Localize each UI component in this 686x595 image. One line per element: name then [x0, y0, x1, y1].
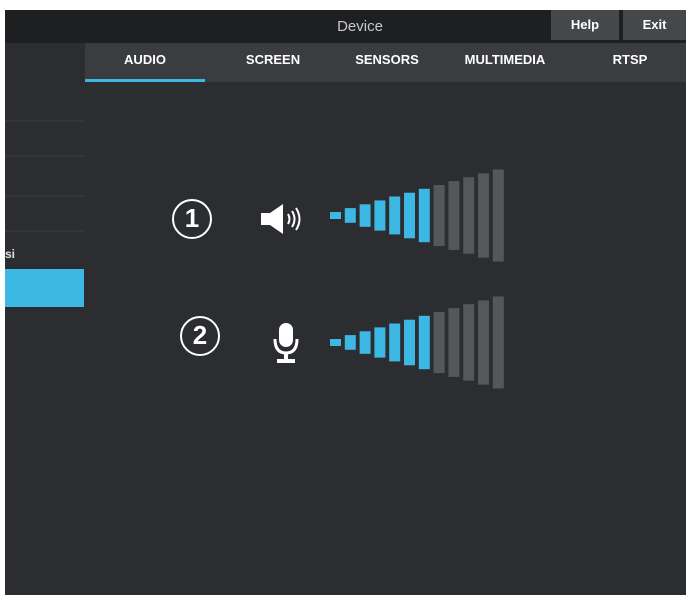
level-step-active[interactable]: [344, 335, 356, 350]
sidebar-divider: [5, 120, 85, 122]
level-step-active[interactable]: [330, 339, 341, 346]
sidebar-divider: [5, 230, 85, 232]
tab-sensors[interactable]: SENSORS: [332, 43, 442, 82]
tab-sensors-label: SENSORS: [355, 52, 419, 67]
level-step-inactive[interactable]: [448, 308, 460, 377]
level-step-active[interactable]: [418, 188, 430, 243]
level-step-active[interactable]: [404, 192, 415, 239]
level-step-inactive[interactable]: [492, 169, 504, 262]
level-step-active[interactable]: [389, 323, 401, 362]
callout-1: 1: [172, 199, 212, 239]
level-step-inactive[interactable]: [478, 300, 489, 385]
level-step-inactive[interactable]: [433, 185, 445, 247]
tab-rtsp-label: RTSP: [612, 52, 648, 67]
tab-screen-label: SCREEN: [245, 52, 301, 67]
tab-audio[interactable]: AUDIO: [85, 43, 205, 82]
tab-screen[interactable]: SCREEN: [218, 43, 328, 82]
level-step-inactive[interactable]: [492, 296, 504, 389]
sidebar-partial-label: si: [5, 247, 16, 261]
tab-audio-label: AUDIO: [124, 52, 166, 67]
tab-bar: AUDIO SCREEN SENSORS MULTIMEDIA RTSP: [85, 43, 686, 82]
sidebar-divider: [5, 155, 85, 157]
level-step-active[interactable]: [418, 315, 430, 370]
device-window: Device Help Exit AUDIO SCREEN SENSORS MU…: [5, 10, 686, 595]
speaker-volume-level[interactable]: [330, 168, 520, 263]
level-step-active[interactable]: [344, 208, 356, 223]
level-step-active[interactable]: [359, 204, 371, 227]
level-step-active[interactable]: [374, 200, 386, 231]
sidebar-divider: [5, 195, 85, 197]
level-step-active[interactable]: [330, 212, 341, 219]
level-step-active[interactable]: [389, 196, 401, 235]
level-step-active[interactable]: [374, 327, 386, 358]
level-step-active[interactable]: [359, 331, 371, 354]
level-step-inactive[interactable]: [433, 312, 445, 374]
level-step-active[interactable]: [404, 319, 415, 366]
level-step-inactive[interactable]: [463, 177, 475, 254]
window-title: Device: [337, 18, 383, 35]
help-button[interactable]: Help: [551, 10, 619, 40]
callout-2: 2: [180, 316, 220, 356]
level-step-inactive[interactable]: [478, 173, 489, 258]
level-step-inactive[interactable]: [463, 304, 475, 381]
title-bar: Device Help Exit: [5, 10, 686, 43]
sidebar-action-button[interactable]: [5, 269, 84, 307]
microphone-volume-level[interactable]: [330, 295, 520, 390]
speaker-volume-icon: [261, 204, 301, 234]
tab-multimedia-label: MULTIMEDIA: [464, 52, 546, 67]
exit-button[interactable]: Exit: [623, 10, 686, 40]
active-tab-indicator: [85, 79, 205, 82]
level-step-inactive[interactable]: [448, 181, 460, 250]
tab-multimedia[interactable]: MULTIMEDIA: [445, 43, 565, 82]
microphone-icon: [273, 323, 299, 363]
tab-rtsp[interactable]: RTSP: [580, 43, 680, 82]
